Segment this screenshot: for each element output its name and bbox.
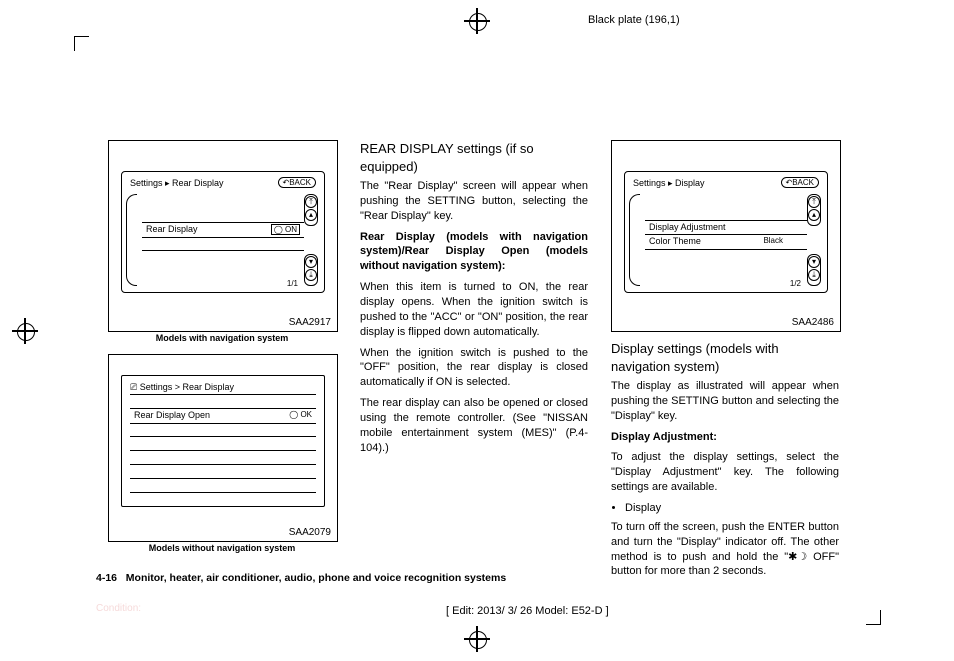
scroll-bottom-icon: ⤓ bbox=[305, 269, 317, 281]
column-center: REAR DISPLAY settings (if so equipped) T… bbox=[360, 140, 588, 461]
bullet-list: Display bbox=[625, 501, 839, 516]
scroll-down-icon: ▾ bbox=[808, 256, 820, 268]
para: When this item is turned to ON, the rear… bbox=[360, 280, 588, 339]
fig3-breadcrumb: Settings ▸ Display bbox=[633, 178, 705, 189]
list-item: Display bbox=[625, 501, 839, 516]
fig1-breadcrumb: Settings ▸ Rear Display bbox=[130, 178, 224, 189]
fig2-code: SAA2079 bbox=[289, 527, 331, 538]
fig2-breadcrumb: ⎚ Settings > Rear Display bbox=[130, 382, 234, 393]
page-num: 4-16 bbox=[96, 572, 117, 584]
fig1-row-state: ◯ ON bbox=[271, 224, 300, 235]
scroll-up-icon: ▴ bbox=[808, 209, 820, 221]
page-number: 4-16 Monitor, heater, air conditioner, a… bbox=[96, 572, 506, 584]
fig3-screen: Settings ▸ Display ↶BACK ⤒ ▴ ▾ ⤓ Display… bbox=[624, 171, 828, 293]
fig2-row-d bbox=[130, 450, 316, 465]
edit-stamp: [ Edit: 2013/ 3/ 26 Model: E52-D ] bbox=[446, 605, 609, 617]
back-button: ↶BACK bbox=[781, 177, 820, 188]
manual-page: Black plate (196,1) [ Edit: 2013/ 3/ 26 … bbox=[0, 0, 954, 661]
subheading: Display Adjustment: bbox=[611, 430, 839, 445]
scroll-rail: ⤒ ▴ bbox=[304, 194, 318, 226]
fig2-row-state: ◯ OK bbox=[289, 410, 312, 419]
brightness-off-icon: ✱☽ bbox=[788, 551, 807, 563]
fig1-code: SAA2917 bbox=[289, 317, 331, 328]
scroll-down-icon: ▾ bbox=[305, 256, 317, 268]
fig2-row-label: Rear Display Open bbox=[134, 410, 210, 420]
fig2-row-a bbox=[130, 394, 316, 409]
fig1-caption: Models with navigation system bbox=[108, 333, 336, 343]
fig3-pager: 1/2 bbox=[790, 279, 801, 288]
fig3-row2: Color Theme Black bbox=[645, 234, 807, 250]
fig1-screen: Settings ▸ Rear Display ↶BACK ⤒ ▴ ▾ ⤓ Re… bbox=[121, 171, 325, 293]
scroll-up-icon: ▴ bbox=[305, 209, 317, 221]
subheading: Rear Display (models with navigation sys… bbox=[360, 230, 588, 275]
scroll-rail-bottom: ▾ ⤓ bbox=[807, 254, 821, 286]
figure-2: ⎚ Settings > Rear Display Rear Display O… bbox=[108, 354, 338, 542]
para: When the ignition switch is pushed to th… bbox=[360, 346, 588, 391]
crop-mark-br bbox=[866, 610, 881, 625]
fig2-row-f bbox=[130, 478, 316, 493]
para: To turn off the screen, push the ENTER b… bbox=[611, 520, 839, 579]
screen-left-curve bbox=[126, 194, 137, 286]
figure-1: Settings ▸ Rear Display ↶BACK ⤒ ▴ ▾ ⤓ Re… bbox=[108, 140, 338, 332]
back-button: ↶BACK bbox=[278, 177, 317, 188]
fig2-caption: Models without navigation system bbox=[108, 543, 336, 553]
fig2-row-b bbox=[130, 422, 316, 437]
fig1-row-blank bbox=[142, 236, 304, 251]
plate-label: Black plate (196,1) bbox=[588, 14, 680, 26]
scroll-top-icon: ⤒ bbox=[305, 196, 317, 208]
screen-left-curve bbox=[629, 194, 640, 286]
fig1-row-label: Rear Display bbox=[146, 224, 198, 234]
para: To adjust the display settings, select t… bbox=[611, 450, 839, 495]
heading-rear-display: REAR DISPLAY settings (if so equipped) bbox=[360, 140, 588, 175]
registration-mark-bottom bbox=[464, 626, 490, 652]
registration-mark-left bbox=[12, 318, 38, 344]
scroll-rail: ⤒ ▴ bbox=[807, 194, 821, 226]
fig2-screen: ⎚ Settings > Rear Display Rear Display O… bbox=[121, 375, 325, 507]
fig3-code: SAA2486 bbox=[792, 317, 834, 328]
fig2-row-e bbox=[130, 464, 316, 479]
figure-3: Settings ▸ Display ↶BACK ⤒ ▴ ▾ ⤓ Display… bbox=[611, 140, 841, 332]
fig2-row-c bbox=[130, 436, 316, 451]
fig3-row1: Display Adjustment bbox=[645, 220, 807, 235]
fig3-row1-label: Display Adjustment bbox=[649, 222, 726, 232]
registration-mark-top bbox=[464, 8, 490, 34]
crop-mark-tl bbox=[74, 36, 89, 51]
heading-display-settings: Display settings (models with navigation… bbox=[611, 340, 839, 375]
column-right: Display settings (models with navigation… bbox=[611, 340, 839, 585]
para: The rear display can also be opened or c… bbox=[360, 396, 588, 455]
fig3-row2-value: Black bbox=[763, 236, 783, 245]
fig1-pager: 1/1 bbox=[287, 279, 298, 288]
para: The display as illustrated will appear w… bbox=[611, 379, 839, 424]
scroll-bottom-icon: ⤓ bbox=[808, 269, 820, 281]
condition-label: Condition: bbox=[96, 603, 141, 614]
scroll-rail-bottom: ▾ ⤓ bbox=[304, 254, 318, 286]
fig3-row2-label: Color Theme bbox=[649, 236, 701, 246]
para: The "Rear Display" screen will appear wh… bbox=[360, 179, 588, 224]
scroll-top-icon: ⤒ bbox=[808, 196, 820, 208]
section-title: Monitor, heater, air conditioner, audio,… bbox=[126, 572, 506, 584]
